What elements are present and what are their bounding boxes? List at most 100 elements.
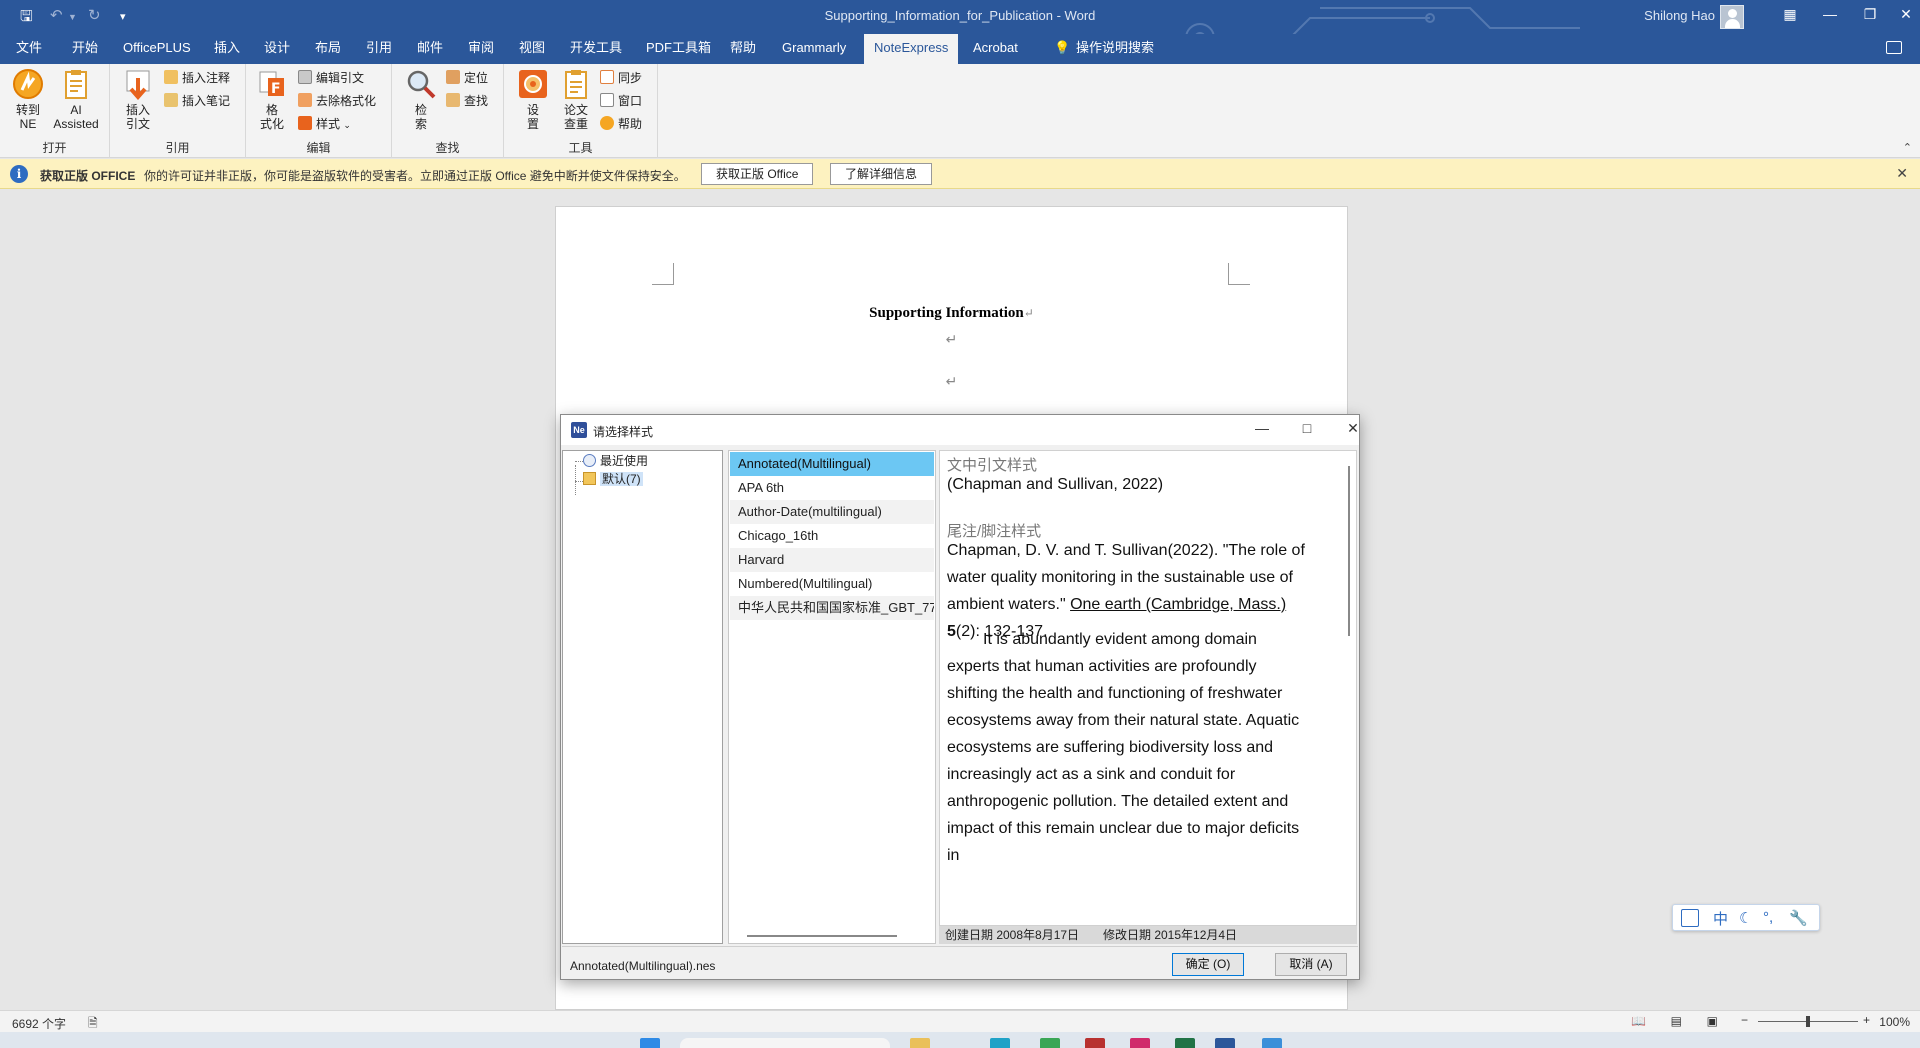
document-heading[interactable]: Supporting Information↵ [556,305,1347,322]
edit-citation-button[interactable]: 编辑引文 [298,69,364,87]
app-icon[interactable] [1262,1038,1282,1048]
tab-file[interactable]: 文件 [8,34,50,64]
start-icon[interactable] [640,1038,660,1048]
paper-check-button[interactable]: 论文 查重 [556,68,596,131]
window-button[interactable]: 窗口 [600,92,642,110]
web-layout-icon[interactable]: ▣ [1707,1014,1718,1028]
word-icon[interactable] [1215,1038,1235,1048]
tab-view[interactable]: 视图 [511,34,553,64]
noteexpress-icon: Ne [571,422,587,438]
get-genuine-office-button[interactable]: 获取正版 Office [701,163,814,185]
insert-citation-icon [126,70,150,100]
find-icon [446,93,460,107]
close-icon[interactable]: ✕ [1896,165,1908,182]
style-item[interactable]: Harvard [730,548,934,572]
zoom-level[interactable]: 100% [1879,1015,1910,1029]
app-icon[interactable] [1130,1038,1150,1048]
tree-item-recent[interactable]: 最近使用 [583,452,648,470]
avatar[interactable] [1720,5,1744,29]
find-button[interactable]: 查找 [446,92,488,110]
horizontal-scrollbar[interactable] [747,935,897,937]
punctuation-icon[interactable]: °, [1763,909,1773,926]
style-item[interactable]: Author-Date(multilingual) [730,500,934,524]
zoom-out-icon[interactable]: − [1741,1013,1748,1027]
search-button[interactable]: 检 索 [404,68,438,131]
format-button[interactable]: F 格 式化 [254,68,290,131]
moon-icon[interactable]: ☾ [1739,909,1752,927]
style-item[interactable]: Annotated(Multilingual) [730,452,934,476]
minimize-icon[interactable]: — [1810,6,1850,22]
style-item[interactable]: Chicago_16th [730,524,934,548]
tree-item-default[interactable]: 默认(7) [583,470,643,488]
tab-home[interactable]: 开始 [64,34,106,64]
close-icon[interactable]: ✕ [1886,6,1920,23]
read-mode-icon[interactable]: 📖 [1631,1014,1646,1028]
tab-officeplus[interactable]: OfficePLUS [115,34,199,64]
goto-ne-button[interactable]: 转到 NE [8,68,48,131]
wrench-icon[interactable]: 🔧 [1789,909,1808,927]
ime-mode-icon[interactable] [1681,909,1699,927]
style-item[interactable]: 中华人民共和国国家标准_GBT_7714-2005 [730,596,934,620]
help-icon [600,116,614,130]
insert-note-button[interactable]: 插入笔记 [164,92,230,110]
print-layout-icon[interactable]: ▤ [1671,1014,1682,1028]
tab-design[interactable]: 设计 [256,34,298,64]
tab-mailings[interactable]: 邮件 [409,34,451,64]
tab-insert[interactable]: 插入 [206,34,248,64]
style-item[interactable]: APA 6th [730,476,934,500]
tab-review[interactable]: 审阅 [460,34,502,64]
tab-noteexpress[interactable]: NoteExpress [864,34,959,64]
close-icon[interactable]: ✕ [1338,420,1368,437]
app-icon[interactable] [1040,1038,1060,1048]
taskbar-search[interactable] [680,1038,890,1048]
sync-button[interactable]: 同步 [600,69,642,87]
zoom-slider-handle[interactable] [1806,1016,1810,1027]
tab-references[interactable]: 引用 [358,34,400,64]
cancel-button[interactable]: 取消 (A) [1275,953,1347,976]
insert-comment-button[interactable]: 插入注释 [164,69,230,87]
style-dropdown[interactable]: 样式 ⌄ [298,115,351,133]
collapse-ribbon-icon[interactable]: ⌃ [1903,141,1912,154]
app-icon[interactable] [1085,1038,1105,1048]
zoom-in-icon[interactable]: + [1863,1013,1870,1027]
locate-icon [446,70,460,84]
style-item[interactable]: Numbered(Multilingual) [730,572,934,596]
ime-language[interactable]: 中 [1713,908,1728,929]
ribbon-display-options-icon[interactable]: ▦ [1770,6,1810,23]
minimize-icon[interactable]: — [1247,420,1277,436]
file-explorer-icon[interactable] [910,1038,930,1048]
user-name[interactable]: Shilong Hao [1644,8,1715,23]
ok-button[interactable]: 确定 (O) [1172,953,1244,976]
tab-grammarly[interactable]: Grammarly [774,34,854,64]
group-label-open: 打开 [42,141,67,155]
insert-citation-button[interactable]: 插入 引文 [118,68,158,131]
edge-icon[interactable] [990,1038,1010,1048]
group-edit: F 格 式化 编辑引文 去除格式化 样式 ⌄ 编辑 [246,64,392,158]
comments-icon[interactable] [1886,41,1902,54]
dialog-title-bar[interactable]: Ne 请选择样式 — □ ✕ [561,415,1359,445]
vertical-scrollbar[interactable] [1348,466,1350,636]
maximize-icon[interactable]: □ [1292,420,1322,436]
tab-developer[interactable]: 开发工具 [562,34,630,64]
settings-button[interactable]: 设 置 [516,68,550,131]
restore-icon[interactable]: ❐ [1850,6,1890,23]
window-title: Supporting_Information_for_Publication -… [824,8,1096,23]
tab-pdf-toolbox[interactable]: PDF工具箱 [638,34,719,64]
help-button[interactable]: 帮助 [600,115,642,133]
tab-acrobat[interactable]: Acrobat [965,34,1026,64]
learn-more-button[interactable]: 了解详细信息 [830,163,933,185]
tab-layout[interactable]: 布局 [307,34,349,64]
remove-format-button[interactable]: 去除格式化 [298,92,376,110]
tell-me-search[interactable]: 操作说明搜索 [1068,34,1162,64]
tab-help[interactable]: 帮助 [722,34,764,64]
word-count[interactable]: 6692 个字 [12,1015,66,1032]
excel-icon[interactable] [1175,1038,1195,1048]
crop-mark-left [652,263,674,285]
locate-button[interactable]: 定位 [446,69,488,87]
ai-assisted-button[interactable]: AI Assisted [52,68,100,131]
info-icon: i [10,165,28,183]
dialog-title: 请选择样式 [593,425,654,439]
crop-mark-right [1228,263,1250,285]
chevron-down-icon: ⌄ [343,120,351,130]
ribbon: 转到 NE AI Assisted 打开 插入 引文 插入注释 插入笔记 引用 … [0,64,1920,158]
